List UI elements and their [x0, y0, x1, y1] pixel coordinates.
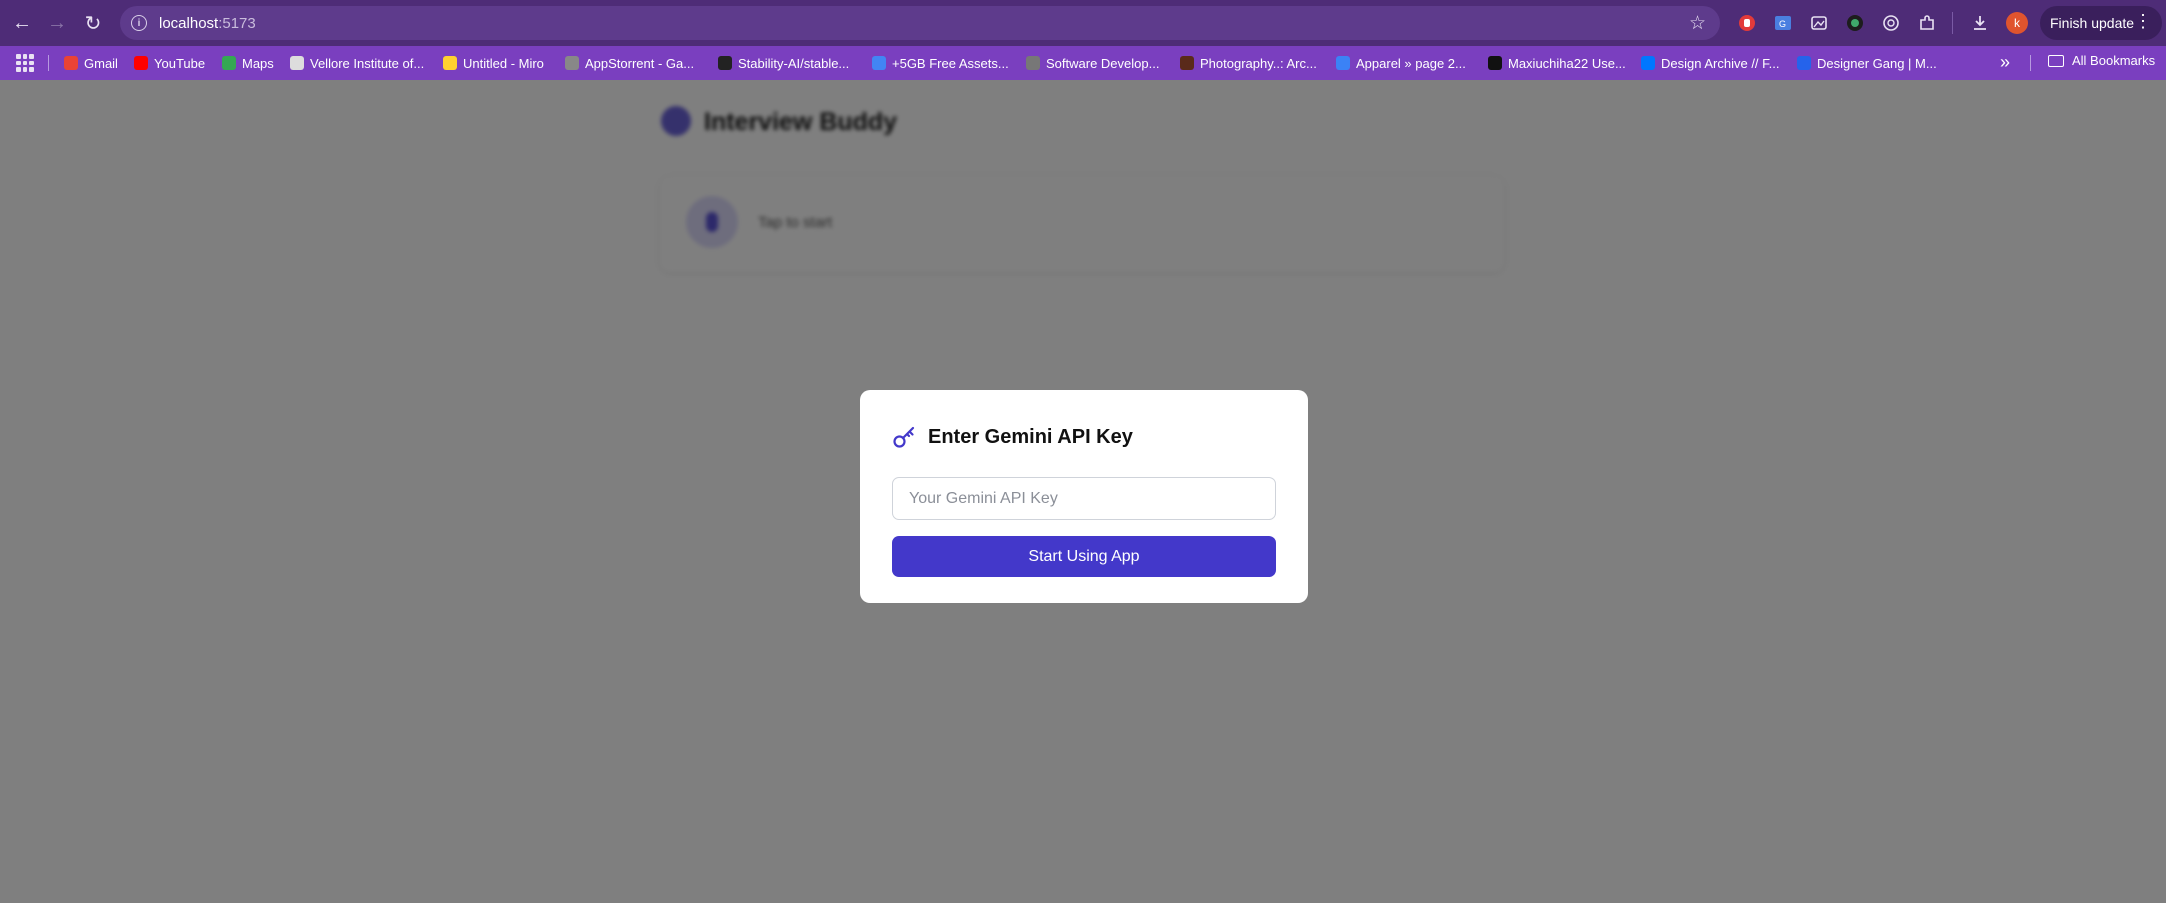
bookmark-label: Maxiuchiha22 Use...	[1508, 55, 1626, 71]
bookmark-label: Stability-AI/stable...	[738, 55, 850, 71]
bookmark-label: AppStorrent - Ga...	[585, 55, 695, 71]
finish-update-label: Finish update	[2050, 15, 2135, 31]
bookmark-item[interactable]: Designer Gang | M...	[1797, 53, 1937, 73]
start-using-app-button[interactable]: Start Using App	[892, 536, 1276, 577]
bookmarks-divider	[48, 55, 49, 71]
key-icon	[893, 426, 915, 448]
download-icon[interactable]	[1969, 12, 1991, 34]
bookmark-label: Gmail	[84, 55, 118, 71]
browser-toolbar: ← → ↻ i localhost:5173 ☆ G k Finish upda…	[0, 0, 2166, 46]
maps-icon	[222, 56, 236, 70]
extensions-puzzle-icon[interactable]	[1916, 12, 1938, 34]
bookmark-label: YouTube	[154, 55, 206, 71]
modal-header: Enter Gemini API Key	[892, 422, 1276, 452]
bookmark-item[interactable]: Software Develop...	[1026, 53, 1159, 73]
bookmarks-divider	[2030, 55, 2031, 71]
api-key-input[interactable]	[892, 477, 1276, 520]
bookmark-item[interactable]: Design Archive // F...	[1641, 53, 1780, 73]
bookmark-item[interactable]: AppStorrent - Ga...	[565, 53, 694, 73]
gmail-icon	[64, 56, 78, 70]
modal-title: Enter Gemini API Key	[928, 425, 1133, 448]
bookmark-item[interactable]: +5GB Free Assets...	[872, 53, 1009, 73]
finish-update-button[interactable]: Finish update ⋮	[2040, 6, 2162, 40]
drive-icon	[872, 56, 886, 70]
site-info-icon[interactable]: i	[131, 15, 147, 31]
apps-grid-icon[interactable]	[16, 54, 34, 72]
bookmark-item[interactable]: Apparel » page 2...	[1336, 53, 1466, 73]
extension-globe-icon[interactable]	[1844, 12, 1866, 34]
bookmark-item[interactable]: Untitled - Miro	[443, 53, 544, 73]
url-port: :5173	[218, 14, 256, 32]
profile-avatar[interactable]: k	[2006, 12, 2028, 34]
bookmark-item[interactable]: Maps	[222, 53, 274, 73]
bookmark-label: Untitled - Miro	[463, 55, 544, 71]
address-bar[interactable]: i localhost:5173 ☆	[120, 6, 1720, 40]
photography-icon	[1180, 56, 1194, 70]
forward-arrow-icon[interactable]: →	[42, 8, 72, 38]
bookmark-label: Software Develop...	[1046, 55, 1160, 71]
bookmark-item[interactable]: Maxiuchiha22 Use...	[1488, 53, 1626, 73]
page-viewport: Interview Buddy Tap to start Enter Gemin…	[0, 80, 2166, 903]
software-icon	[1026, 56, 1040, 70]
miro-icon	[443, 56, 457, 70]
all-bookmarks-button[interactable]: All Bookmarks	[2048, 53, 2155, 68]
vit-icon	[290, 56, 304, 70]
url-host: localhost	[159, 14, 219, 32]
svg-text:G: G	[1779, 19, 1786, 29]
bookmark-label: Vellore Institute of...	[310, 55, 425, 71]
bookmarks-bar: Gmail YouTube Maps Vellore Institute of... U…	[0, 46, 2166, 80]
bookmark-item[interactable]: YouTube	[134, 53, 205, 73]
bookmark-item[interactable]: Gmail	[64, 53, 118, 73]
youtube-icon	[134, 56, 148, 70]
back-arrow-icon[interactable]: ←	[7, 8, 37, 38]
folder-icon	[2048, 54, 2064, 67]
bookmark-star-icon[interactable]: ☆	[1689, 12, 1706, 35]
bookmark-label: Designer Gang | M...	[1817, 55, 1937, 71]
bookmark-label: Photography..: Arc...	[1200, 55, 1317, 71]
vk-icon	[1641, 56, 1655, 70]
bookmark-label: Apparel » page 2...	[1356, 55, 1466, 71]
more-menu-icon: ⋮	[2134, 11, 2152, 31]
extension-hand-icon[interactable]	[1736, 12, 1758, 34]
reload-icon[interactable]: ↻	[78, 8, 108, 38]
maxiuchiha-icon	[1488, 56, 1502, 70]
more-bookmarks-chevron-icon[interactable]: »	[2000, 52, 2010, 73]
apparel-icon	[1336, 56, 1350, 70]
github-icon	[718, 56, 732, 70]
extension-spiral-icon[interactable]	[1880, 12, 1902, 34]
translate-extension-icon[interactable]: G	[1772, 12, 1794, 34]
appstorrent-icon	[565, 56, 579, 70]
toolbar-divider	[1952, 12, 1953, 34]
designergang-icon	[1797, 56, 1811, 70]
bookmark-item[interactable]: Stability-AI/stable...	[718, 53, 849, 73]
api-key-modal: Enter Gemini API Key Start Using App	[860, 390, 1308, 603]
bookmark-label: +5GB Free Assets...	[892, 55, 1009, 71]
bookmark-label: Design Archive // F...	[1661, 55, 1780, 71]
modal-backdrop: Enter Gemini API Key Start Using App	[0, 80, 2166, 903]
bookmark-item[interactable]: Vellore Institute of...	[290, 53, 424, 73]
all-bookmarks-label: All Bookmarks	[2072, 53, 2156, 68]
bookmark-label: Maps	[242, 55, 274, 71]
screenshot-extension-icon[interactable]	[1808, 12, 1830, 34]
bookmark-item[interactable]: Photography..: Arc...	[1180, 53, 1317, 73]
